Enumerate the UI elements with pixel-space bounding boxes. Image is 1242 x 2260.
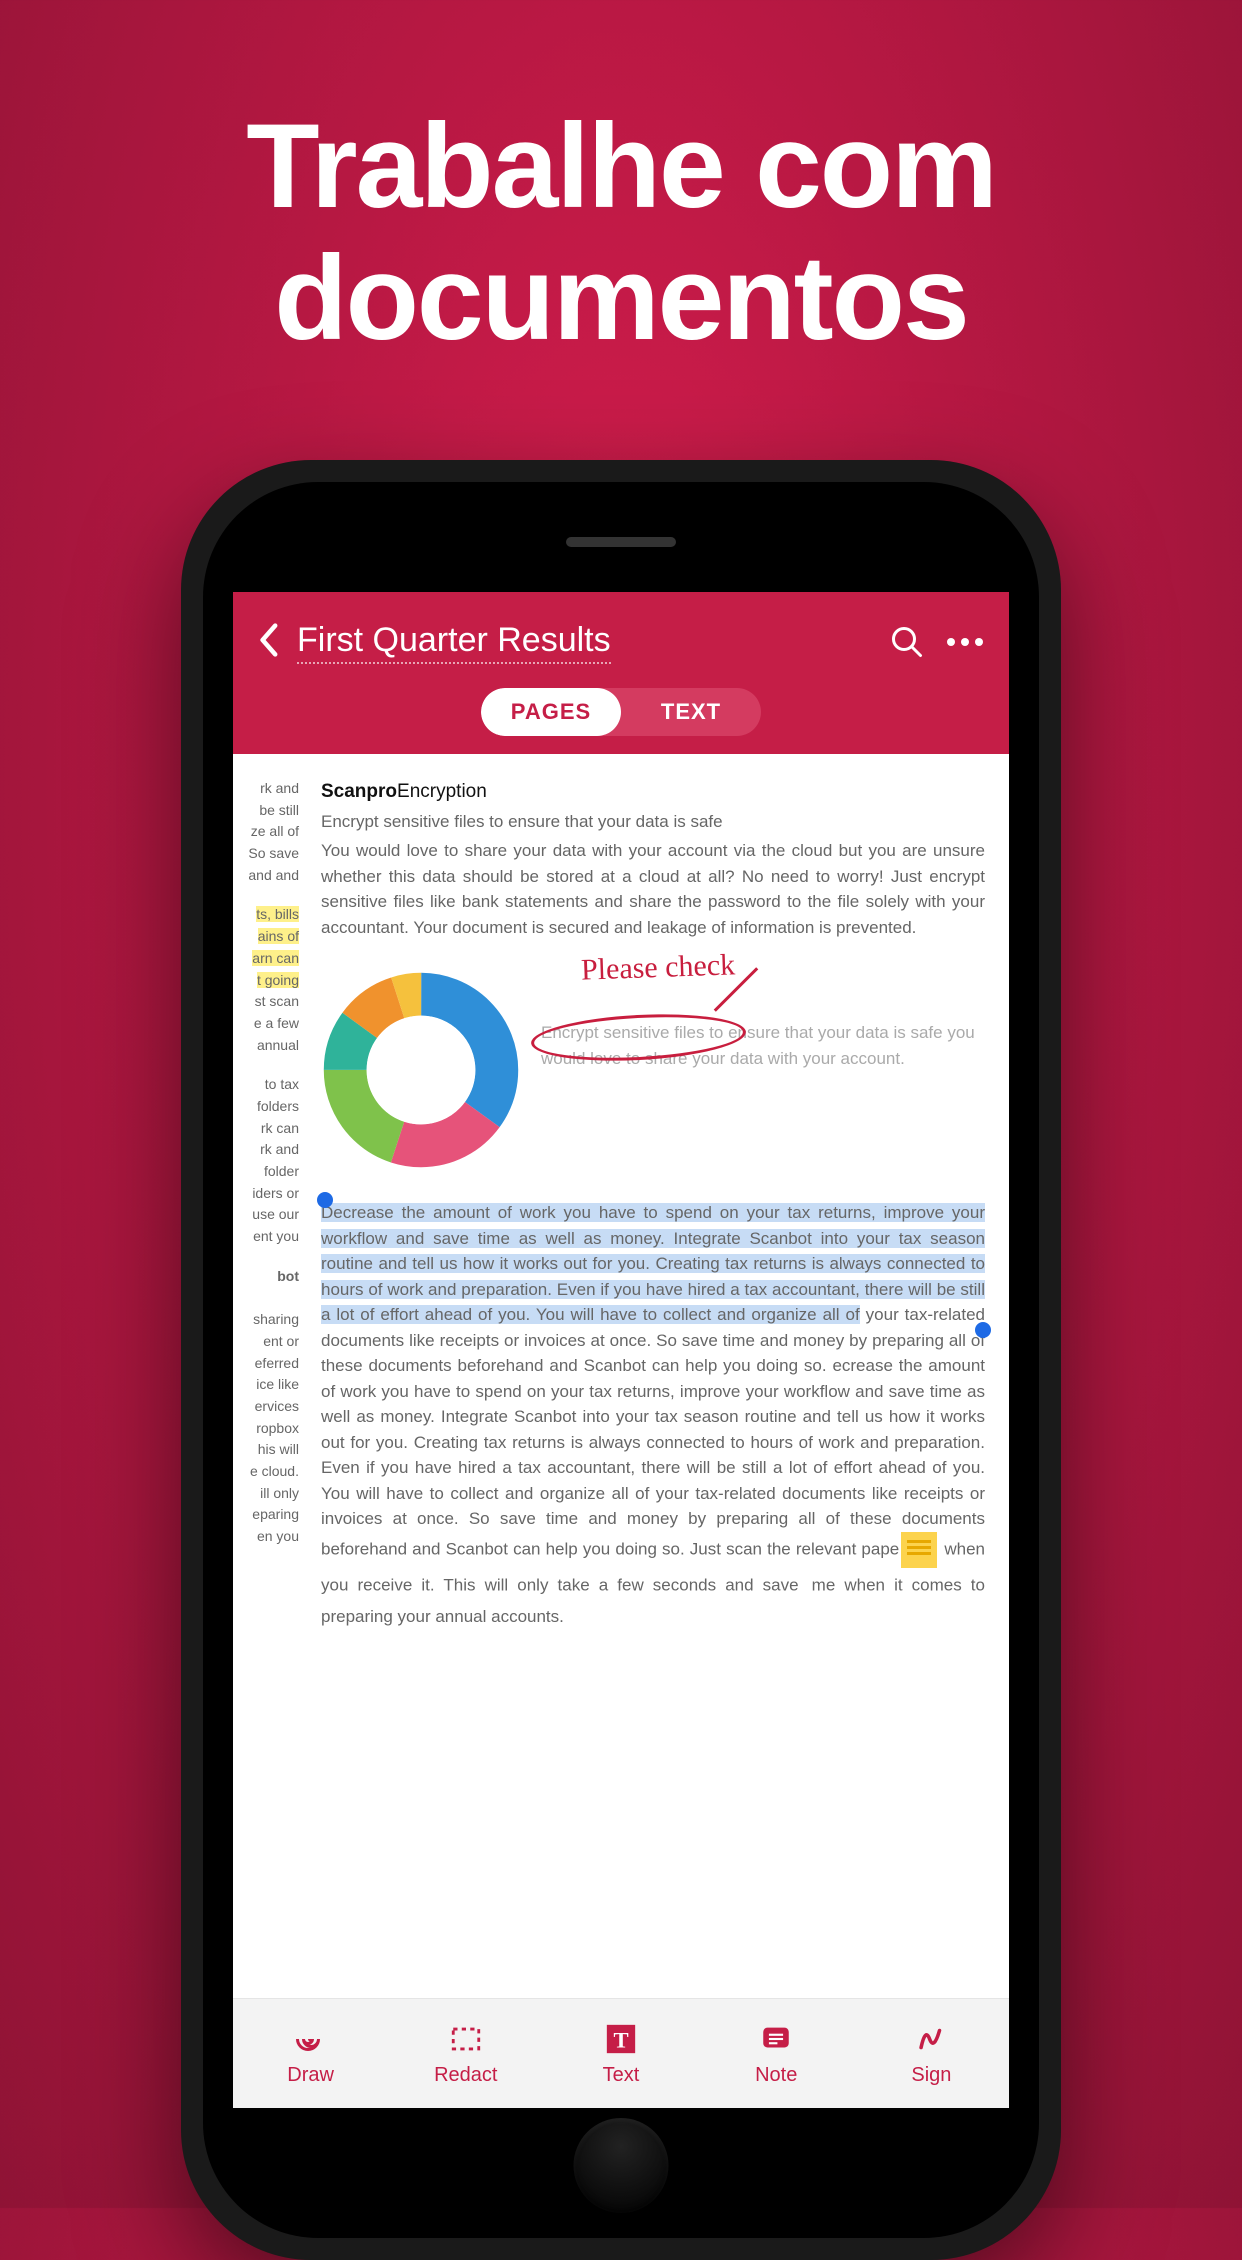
selection-handle-end[interactable] [975, 1322, 991, 1338]
sticky-note-icon[interactable] [901, 1532, 937, 1568]
document-viewport[interactable]: rk and be still ze all of So save and an… [233, 754, 1009, 1998]
tool-label: Note [755, 2064, 797, 2087]
redact-icon [447, 2020, 485, 2058]
phone-speaker [566, 537, 676, 547]
headline-line2: documentos [0, 232, 1242, 364]
donut-chart [321, 970, 521, 1170]
left-frag-3: to tax folders rk can rk and folder ider… [241, 1074, 299, 1248]
draw-button[interactable]: Draw [233, 1999, 388, 2108]
note-button[interactable]: Note [699, 1999, 854, 2108]
left-frag-4: bot sharing ent or eferred ice like ervi… [241, 1266, 299, 1548]
section-subtitle: Encrypt sensitive files to ensure that y… [321, 809, 985, 835]
tool-label: Redact [434, 2064, 497, 2087]
section-heading: ScanproEncryption [321, 778, 985, 807]
search-button[interactable] [887, 622, 927, 662]
sign-icon [912, 2020, 950, 2058]
view-segmented-control[interactable]: PAGES TEXT [481, 688, 761, 736]
topbar: First Quarter Results PAGES TEXT [233, 592, 1009, 754]
sign-button[interactable]: Sign [854, 1999, 1009, 2108]
tool-label: Draw [287, 2064, 334, 2087]
search-icon [889, 624, 925, 660]
tool-label: Sign [911, 2064, 951, 2087]
more-button[interactable] [945, 622, 985, 662]
note-icon [757, 2020, 795, 2058]
back-button[interactable] [257, 622, 279, 663]
intro-paragraph: You would love to share your data with y… [321, 838, 985, 940]
handwritten-annotation: Please check [580, 942, 736, 992]
phone-inner: First Quarter Results PAGES TEXT [203, 482, 1039, 2238]
body-paragraph[interactable]: Decrease the amount of work you have to … [321, 1200, 985, 1629]
left-frag-1: rk and be still ze all of So save and an… [241, 778, 299, 886]
tab-pages[interactable]: PAGES [481, 688, 621, 736]
selection-handle-start[interactable] [317, 1192, 333, 1208]
more-icon [947, 638, 983, 646]
tool-label: Text [603, 2064, 640, 2087]
text-icon: T [602, 2020, 640, 2058]
page-content: ScanproEncryption Encrypt sensitive file… [303, 754, 1009, 1998]
app-screen: First Quarter Results PAGES TEXT [233, 592, 1009, 2108]
text-button[interactable]: T Text [543, 1999, 698, 2108]
svg-text:T: T [613, 2028, 628, 2053]
chevron-left-icon [257, 622, 279, 658]
marketing-headline: Trabalhe com documentos [0, 0, 1242, 364]
phone-frame: First Quarter Results PAGES TEXT [181, 460, 1061, 2260]
document-title[interactable]: First Quarter Results [297, 621, 611, 664]
chart-row: Please check Encrypt sensitive files to … [321, 970, 985, 1170]
spiral-icon [292, 2020, 330, 2058]
left-frag-2: ts, bills ains of arn can t going st sca… [241, 904, 299, 1056]
headline-line1: Trabalhe com [0, 100, 1242, 232]
chart-caption-block: Please check Encrypt sensitive files to … [541, 970, 985, 1071]
home-button[interactable] [574, 2118, 669, 2213]
bottom-toolbar: Draw Redact T Text [233, 1998, 1009, 2108]
redact-button[interactable]: Redact [388, 1999, 543, 2108]
tab-text[interactable]: TEXT [621, 688, 761, 736]
body-text-a: your tax-related documents like receipts… [321, 1305, 985, 1558]
prev-page-sliver: rk and be still ze all of So save and an… [233, 754, 303, 1998]
